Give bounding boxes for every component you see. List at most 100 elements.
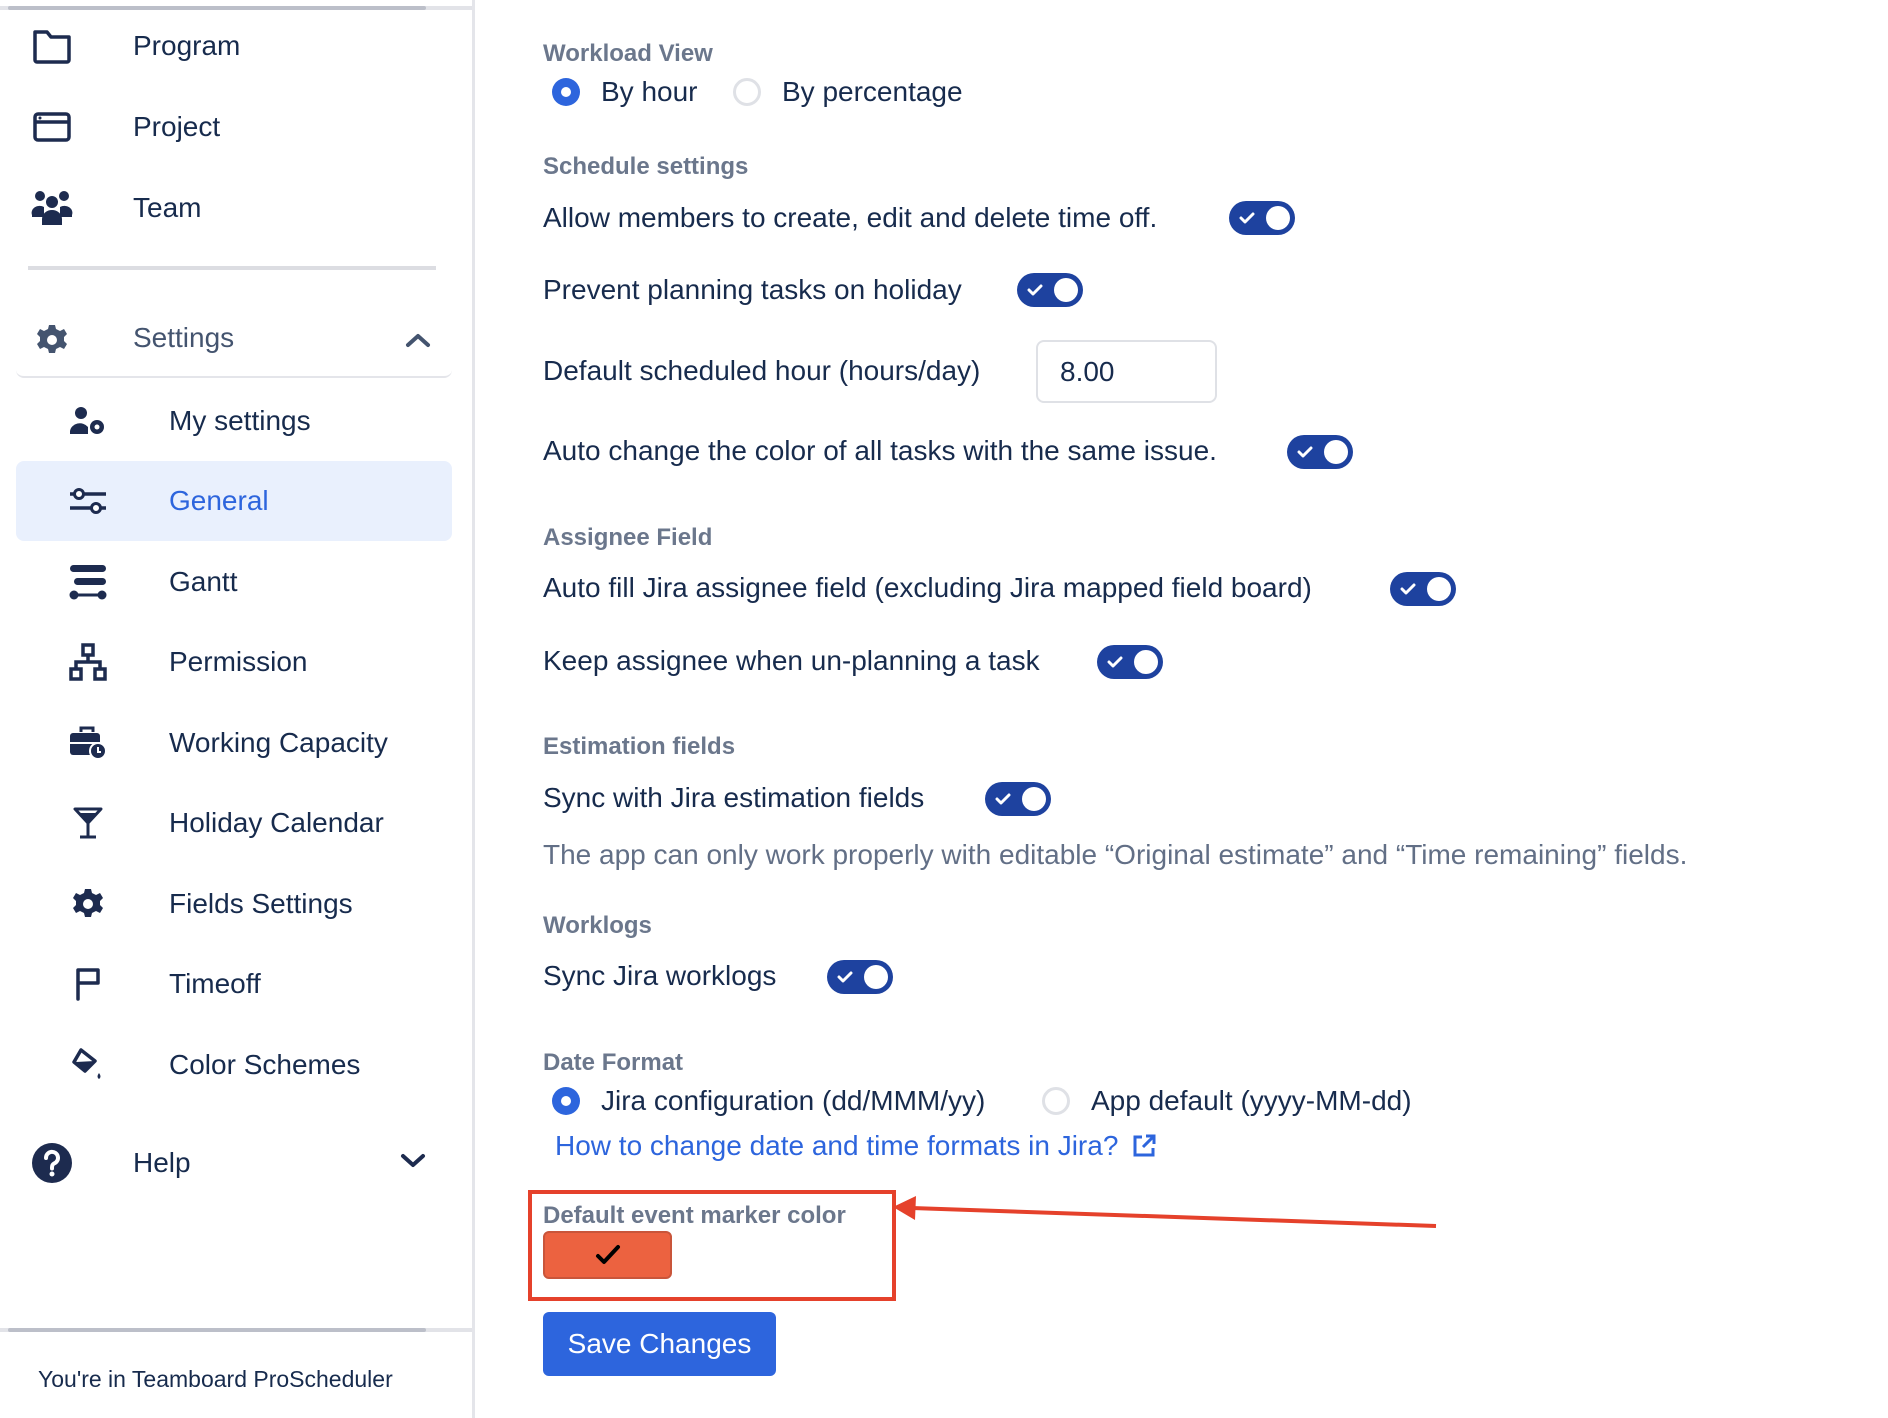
- help-label: Help: [133, 1147, 191, 1178]
- radio-label: By hour: [601, 76, 698, 107]
- auto-color-toggle[interactable]: [1287, 435, 1353, 469]
- sidebar-item-working-capacity[interactable]: Working Capacity: [16, 703, 452, 783]
- check-icon: [995, 793, 1011, 805]
- sidebar-item-holiday-calendar[interactable]: Holiday Calendar: [16, 783, 452, 863]
- sidebar-item-help[interactable]: Help: [0, 1127, 472, 1199]
- prevent-holiday-toggle[interactable]: [1017, 273, 1083, 307]
- radio-dot[interactable]: [733, 78, 761, 106]
- auto-fill-toggle[interactable]: [1390, 572, 1456, 606]
- gantt-icon: [66, 560, 110, 604]
- browser-window-icon: [30, 105, 74, 149]
- app-context-text: You're in Teamboard ProScheduler: [38, 1366, 393, 1392]
- radio-label: By percentage: [782, 76, 963, 107]
- sidebar-item-project[interactable]: Project: [0, 91, 472, 163]
- sidebar-item-label: Team: [133, 192, 202, 223]
- sync-worklogs-label: Sync Jira worklogs: [543, 960, 777, 991]
- sidebar-item-my-settings[interactable]: My settings: [16, 381, 452, 461]
- sidebar: Program Project Team Settings My setting…: [0, 0, 475, 1418]
- radio-label: App default (yyyy-MM-dd): [1091, 1085, 1412, 1116]
- sidebar-item-label: General: [169, 485, 269, 516]
- sidebar-item-label: Holiday Calendar: [169, 807, 384, 838]
- sidebar-item-label: Fields Settings: [169, 888, 353, 919]
- briefcase-clock-icon: [66, 721, 110, 765]
- sidebar-bottom-scrollbar[interactable]: [0, 1328, 472, 1332]
- radio-label: Jira configuration (dd/MMM/yy): [601, 1085, 986, 1116]
- default-hour-label: Default scheduled hour (hours/day): [543, 355, 981, 386]
- hierarchy-icon: [66, 640, 110, 684]
- link-text: How to change date and time formats in J…: [555, 1130, 1119, 1161]
- allow-members-label: Allow members to create, edit and delete…: [543, 202, 1158, 233]
- date-format-help-link[interactable]: How to change date and time formats in J…: [555, 1130, 1158, 1162]
- radio-dot-selected[interactable]: [552, 78, 580, 106]
- scrollbar-thumb[interactable]: [8, 1328, 426, 1332]
- sync-estimation-label: Sync with Jira estimation fields: [543, 782, 925, 813]
- prevent-holiday-label: Prevent planning tasks on holiday: [543, 274, 962, 305]
- gear-icon: [30, 318, 74, 362]
- toggle-knob: [1054, 278, 1078, 302]
- chevron-up-icon[interactable]: [400, 322, 436, 358]
- schedule-settings-label: Schedule settings: [543, 153, 749, 180]
- team-icon: [30, 186, 74, 230]
- workload-view-label: Workload View: [543, 40, 713, 67]
- keep-assignee-toggle[interactable]: [1097, 645, 1163, 679]
- auto-color-label: Auto change the color of all tasks with …: [543, 435, 1217, 466]
- sync-worklogs-toggle[interactable]: [827, 960, 893, 994]
- folder-icon: [30, 24, 74, 68]
- radio-app-default[interactable]: App default (yyyy-MM-dd): [1042, 1085, 1412, 1117]
- date-format-label: Date Format: [543, 1049, 684, 1076]
- sidebar-item-timeoff[interactable]: Timeoff: [16, 944, 452, 1024]
- radio-by-percentage[interactable]: By percentage: [733, 76, 963, 108]
- sidebar-item-program[interactable]: Program: [0, 10, 472, 82]
- cog-icon: [66, 882, 110, 926]
- sidebar-divider: [28, 266, 436, 270]
- sync-estimation-toggle[interactable]: [985, 782, 1051, 816]
- sidebar-item-label: Permission: [169, 646, 308, 677]
- worklogs-label: Worklogs: [543, 912, 652, 939]
- keep-assignee-label: Keep assignee when un-planning a task: [543, 645, 1040, 676]
- radio-by-hour[interactable]: By hour: [552, 76, 698, 108]
- toggle-knob: [864, 965, 888, 989]
- radio-jira-configuration[interactable]: Jira configuration (dd/MMM/yy): [552, 1085, 985, 1117]
- sidebar-item-color-schemes[interactable]: Color Schemes: [16, 1025, 452, 1105]
- radio-dot[interactable]: [1042, 1087, 1070, 1115]
- sidebar-item-label: Gantt: [169, 566, 238, 597]
- flag-icon: [66, 962, 110, 1006]
- check-icon: [1239, 212, 1255, 224]
- settings-label: Settings: [133, 322, 235, 353]
- sidebar-item-team[interactable]: Team: [0, 172, 472, 244]
- check-icon: [837, 971, 853, 983]
- allow-members-toggle[interactable]: [1229, 201, 1295, 235]
- cocktail-glass-icon: [66, 801, 110, 845]
- sidebar-item-permission[interactable]: Permission: [16, 622, 452, 702]
- check-icon: [1400, 583, 1416, 595]
- check-icon: [1027, 284, 1043, 296]
- user-gear-icon: [66, 399, 110, 443]
- event-marker-color-swatch[interactable]: [543, 1231, 672, 1279]
- sidebar-item-label: Project: [133, 111, 221, 142]
- estimation-fields-label: Estimation fields: [543, 733, 736, 760]
- assignee-field-label: Assignee Field: [543, 524, 713, 551]
- auto-fill-label: Auto fill Jira assignee field (excluding…: [543, 572, 1312, 603]
- sidebar-item-label: Timeoff: [169, 968, 261, 999]
- toggle-knob: [1134, 650, 1158, 674]
- paint-bucket-icon: [66, 1043, 110, 1087]
- sidebar-item-label: My settings: [169, 405, 311, 436]
- toggle-knob: [1324, 440, 1348, 464]
- check-icon: [595, 1245, 620, 1264]
- toggle-knob: [1022, 787, 1046, 811]
- estimation-note: The app can only work properly with edit…: [543, 839, 1688, 870]
- sidebar-item-fields-settings[interactable]: Fields Settings: [16, 864, 452, 944]
- save-changes-button[interactable]: Save Changes: [543, 1312, 776, 1376]
- event-marker-label: Default event marker color: [543, 1202, 846, 1229]
- radio-dot-selected[interactable]: [552, 1087, 580, 1115]
- settings-section-header[interactable]: Settings: [16, 302, 452, 378]
- chevron-down-icon[interactable]: [400, 1153, 426, 1174]
- sidebar-item-label: Program: [133, 30, 241, 61]
- toggle-knob: [1427, 577, 1451, 601]
- question-circle-icon: [30, 1141, 74, 1185]
- default-hour-input[interactable]: [1036, 340, 1217, 403]
- sidebar-item-label: Color Schemes: [169, 1049, 361, 1080]
- sidebar-item-general[interactable]: General: [16, 461, 452, 541]
- sidebar-item-label: Working Capacity: [169, 727, 388, 758]
- sidebar-item-gantt[interactable]: Gantt: [16, 542, 452, 622]
